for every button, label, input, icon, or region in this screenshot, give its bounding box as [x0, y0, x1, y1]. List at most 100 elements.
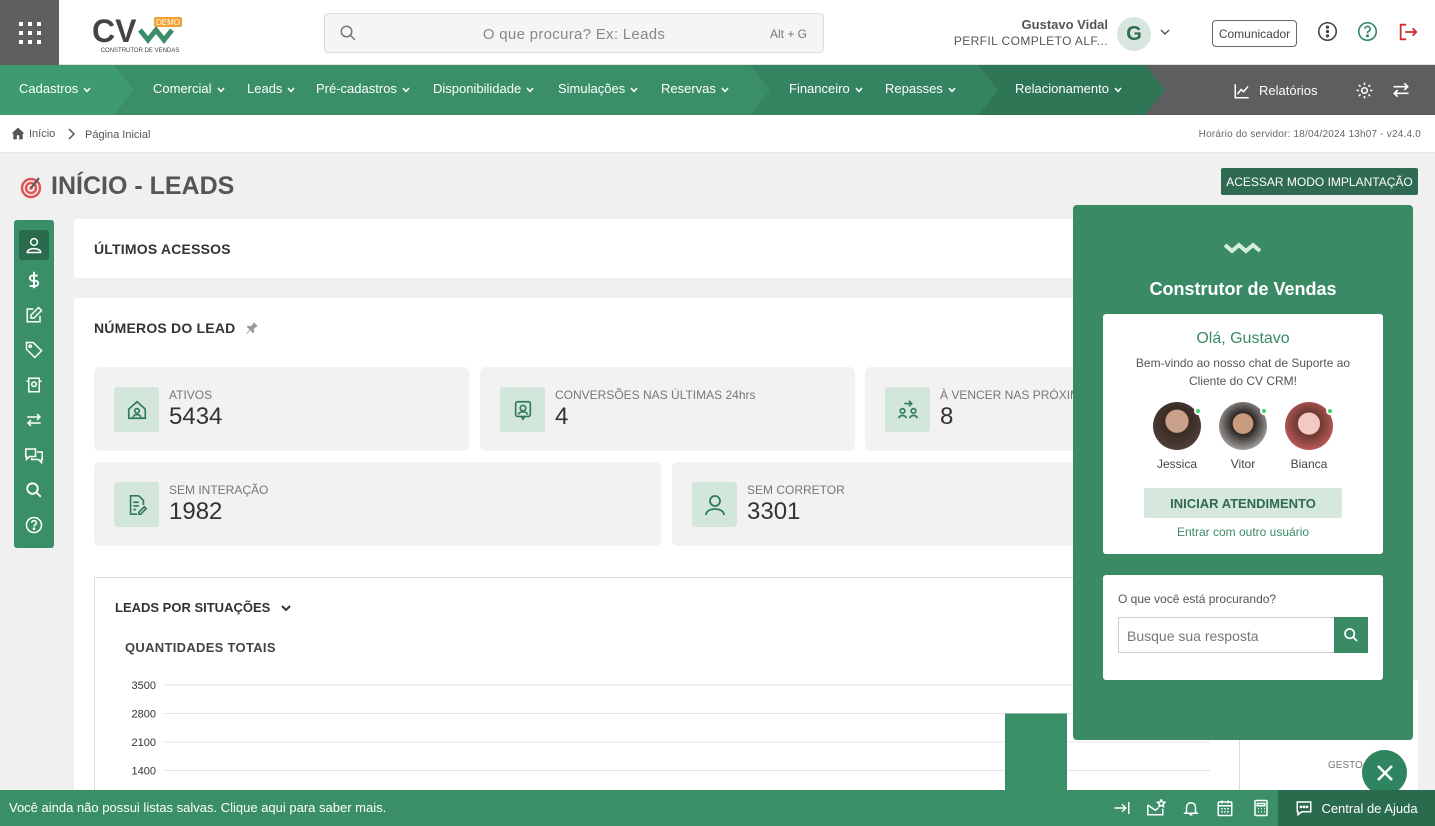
calculator-icon[interactable] — [1252, 799, 1270, 817]
support-chat-widget: Construtor de Vendas Olá, Gustavo Bem-vi… — [1073, 205, 1413, 740]
collapse-right-icon[interactable] — [1113, 799, 1131, 817]
chevron-down-icon — [630, 87, 638, 93]
user-name: Gustavo Vidal — [1021, 17, 1108, 32]
help-icon[interactable] — [1357, 21, 1378, 42]
chat-greeting: Olá, Gustavo — [1196, 330, 1290, 347]
chevron-right-icon — [66, 128, 76, 140]
transfer-icon[interactable] — [19, 405, 49, 435]
page-title: INÍCIO - LEADS — [19, 172, 234, 201]
search-icon — [1344, 628, 1358, 642]
nav-disponibilidade[interactable]: Disponibilidade — [433, 81, 535, 96]
nav-simulacoes[interactable]: Simulações — [558, 81, 639, 96]
document-edit-icon — [114, 482, 159, 527]
avatar[interactable]: G — [1117, 17, 1151, 51]
more-options-icon[interactable] — [1317, 21, 1338, 42]
top-header: CV DEMO CONSTRUTOR DE VENDAS O que procu… — [0, 0, 1435, 65]
online-status-icon — [1326, 407, 1334, 415]
breadcrumb: Início Página Inicial Horário do servido… — [0, 115, 1435, 153]
agent-bianca: Bianca — [1279, 402, 1339, 471]
chat-search-question: O que você está procurando? — [1118, 592, 1277, 606]
nav-leads[interactable]: Leads — [247, 81, 296, 96]
brand-logo[interactable]: CV DEMO CONSTRUTOR DE VENDAS — [92, 12, 187, 56]
chat-search-input[interactable]: Busque sua resposta — [1118, 617, 1335, 653]
grid-icon — [18, 21, 41, 44]
help-center-button[interactable]: Central de Ajuda — [1278, 790, 1435, 826]
other-user-link[interactable]: Entrar com outro usuário — [1103, 525, 1383, 539]
page-title-text: INÍCIO - LEADS — [51, 172, 235, 200]
user-icon[interactable] — [19, 230, 49, 260]
nav-reservas[interactable]: Reservas — [661, 81, 730, 96]
stat-label: SEM CORRETOR — [747, 483, 845, 497]
stat-conversoes[interactable]: CONVERSÕES NAS ÚLTIMAS 24hrs 4 — [480, 367, 855, 451]
stat-ativos[interactable]: ATIVOS 5434 — [94, 367, 469, 451]
nav-cadastros[interactable]: Cadastros — [19, 81, 92, 96]
y-tick-label: 2100 — [132, 737, 156, 749]
pin-icon[interactable] — [245, 321, 259, 335]
settings-gear-icon[interactable] — [1355, 81, 1374, 100]
nav-label: Pré-cadastros — [316, 81, 397, 96]
chat-bubbles-icon[interactable] — [19, 440, 49, 470]
tag-icon[interactable] — [19, 335, 49, 365]
target-icon — [20, 176, 42, 198]
stat-label: ATIVOS — [169, 388, 213, 402]
close-chat-button[interactable] — [1362, 750, 1407, 795]
nav-financeiro[interactable]: Financeiro — [789, 81, 864, 96]
logout-icon[interactable] — [1397, 21, 1419, 43]
stat-a-vencer[interactable]: À VENCER NAS PRÓXIM 8 — [865, 367, 1080, 451]
chart-section-header[interactable]: LEADS POR SITUAÇÕES — [115, 600, 292, 615]
apps-grid-button[interactable] — [0, 0, 59, 65]
bell-icon[interactable] — [1182, 799, 1200, 817]
agent-name: Vitor — [1230, 457, 1256, 471]
global-search[interactable]: O que procura? Ex: Leads Alt + G — [324, 13, 824, 53]
close-icon — [1376, 764, 1393, 781]
communicator-button[interactable]: Comunicador — [1212, 20, 1297, 47]
nav-label: Disponibilidade — [433, 81, 522, 96]
contract-icon[interactable] — [19, 370, 49, 400]
nav-label: Relatórios — [1259, 82, 1318, 98]
main-navigation: Cadastros Comercial Leads Pré-cadastros … — [0, 65, 1435, 115]
home-icon — [114, 387, 159, 432]
start-chat-button[interactable]: INICIAR ATENDIMENTO — [1144, 488, 1342, 518]
nav-relatorios[interactable]: Relatórios — [1233, 80, 1318, 100]
nav-comercial[interactable]: Comercial — [153, 81, 226, 96]
online-status-icon — [1260, 407, 1268, 415]
stat-value: 3301 — [747, 498, 801, 525]
implant-mode-button[interactable]: ACESSAR MODO IMPLANTAÇÃO — [1221, 168, 1418, 195]
nav-relacionamento[interactable]: Relacionamento — [1015, 81, 1123, 96]
chevron-down-icon — [948, 87, 956, 93]
mail-star-icon[interactable] — [1146, 799, 1166, 817]
stat-value: 8 — [940, 403, 954, 430]
stat-sem-corretor[interactable]: SEM CORRETOR 3301 — [672, 462, 1075, 546]
search-icon[interactable] — [19, 475, 49, 505]
chat-search-button[interactable] — [1334, 617, 1368, 653]
chart-line-icon — [1234, 84, 1249, 99]
side-toolbar — [14, 220, 54, 548]
svg-text:DEMO: DEMO — [156, 18, 180, 27]
nav-pre-cadastros[interactable]: Pré-cadastros — [316, 81, 411, 96]
chevron-down-icon — [855, 87, 863, 93]
edit-icon[interactable] — [19, 300, 49, 330]
chat-welcome-box: Olá, Gustavo Bem-vindo ao nosso chat de … — [1103, 314, 1383, 554]
agent-jessica: Jessica — [1147, 402, 1207, 471]
stat-label: SEM INTERAÇÃO — [169, 483, 269, 497]
saved-lists-message[interactable]: Você ainda não possui listas salvas. Cli… — [9, 800, 386, 815]
user-info[interactable]: Gustavo Vidal PERFIL COMPLETO ALF... — [940, 17, 1108, 48]
help-icon[interactable] — [19, 510, 49, 540]
dollar-icon[interactable] — [19, 265, 49, 295]
chevron-down-icon[interactable] — [1159, 26, 1171, 38]
y-tick-label: 2800 — [132, 709, 156, 721]
chevron-down-icon — [83, 87, 91, 93]
lead-numbers-header: NÚMEROS DO LEAD — [94, 320, 259, 336]
stat-value: 1982 — [169, 498, 223, 525]
stat-value: 5434 — [169, 403, 223, 430]
nav-label: Reservas — [661, 81, 716, 96]
calendar-icon[interactable] — [1216, 799, 1234, 817]
nav-repasses[interactable]: Repasses — [885, 81, 957, 96]
nav-label: Financeiro — [789, 81, 850, 96]
svg-text:CV: CV — [92, 13, 137, 49]
swap-arrows-icon[interactable] — [1391, 80, 1411, 100]
stat-sem-interacao[interactable]: SEM INTERAÇÃO 1982 — [94, 462, 661, 546]
chevron-down-icon — [721, 87, 729, 93]
breadcrumb-home-label: Início — [29, 127, 56, 140]
breadcrumb-home[interactable]: Início — [11, 127, 55, 140]
